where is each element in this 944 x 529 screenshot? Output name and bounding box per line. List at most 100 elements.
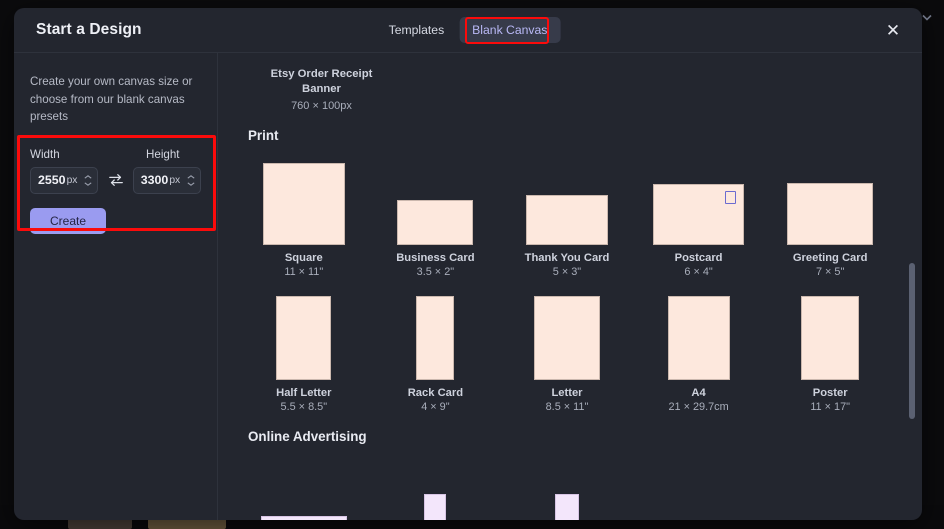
preset-name: Letter: [551, 386, 583, 399]
preset-name: Poster: [812, 386, 848, 399]
tab-templates[interactable]: Templates: [376, 17, 458, 43]
preset-dims: 8.5 × 11": [545, 400, 589, 413]
preset-thumbnail-box: [787, 149, 874, 245]
stamp-icon: [725, 190, 737, 204]
content-scrollbar[interactable]: [909, 53, 915, 520]
preset-name: Thank You Card: [524, 251, 610, 264]
preset-thumbnail: [262, 162, 345, 245]
height-value: 3300: [140, 173, 169, 188]
preset-card[interactable]: Business Card 3.5 × 2": [370, 149, 502, 278]
create-button[interactable]: Create: [30, 207, 106, 234]
preset-card[interactable]: Thank You Card 5 × 3": [501, 149, 633, 278]
section-title: Online Advertising: [248, 428, 367, 444]
preset-row: f: [234, 450, 896, 521]
preset-sections: Print Square 11 × 11" Business Card 3.5 × 2"…: [234, 127, 896, 521]
preset-thumbnail-box: [554, 450, 579, 520]
preset-thumbnail-box: [424, 450, 447, 520]
tab-blank-canvas[interactable]: Blank Canvas: [459, 17, 561, 43]
preset-thumbnail: [276, 295, 332, 380]
preset-dims: 3.5 × 2": [416, 265, 455, 278]
preset-name: Rack Card: [407, 386, 464, 399]
preset-thumbnail-box: [659, 450, 739, 521]
preset-thumbnail: [787, 182, 874, 245]
preset-thumbnail-box: [276, 284, 332, 380]
page-title: Start a Design: [36, 21, 142, 38]
preset-card[interactable]: Poster 11 × 17": [764, 284, 896, 413]
featured-preset[interactable]: Etsy Order Receipt Banner 760 × 100px: [250, 53, 393, 112]
featured-preset-dims: 760 × 100px: [291, 99, 352, 112]
content-scroll-region: Etsy Order Receipt Banner 760 × 100px Pr…: [234, 53, 922, 520]
height-unit: px: [169, 174, 181, 186]
preset-card[interactable]: Square 11 × 11": [238, 149, 370, 278]
width-input[interactable]: 2550 px: [30, 166, 99, 194]
preset-thumbnail: [397, 199, 474, 245]
preset-card[interactable]: A4 21 × 29.7cm: [633, 284, 765, 413]
width-stepper[interactable]: [81, 169, 94, 191]
sidebar-panel: Create your own canvas size or choose fr…: [14, 53, 218, 520]
preset-name: A4: [691, 386, 706, 399]
preset-thumbnail-box: [397, 149, 474, 245]
swap-dimensions-icon[interactable]: [104, 167, 127, 194]
preset-thumbnail-box: [262, 149, 345, 245]
preset-card[interactable]: Half Letter 5.5 × 8.5": [238, 284, 370, 413]
preset-thumbnail-box: [533, 284, 600, 380]
preset-thumbnail: [416, 295, 455, 380]
preset-name: Square: [284, 251, 323, 264]
preset-thumbnail: [424, 493, 447, 520]
close-icon[interactable]: ✕: [882, 19, 904, 41]
preset-card[interactable]: [633, 450, 765, 521]
preset-card[interactable]: f: [238, 450, 370, 520]
modal-header: Start a Design Templates Blank Canvas ✕: [14, 8, 922, 53]
preset-dims: 21 × 29.7cm: [668, 400, 729, 413]
width-unit: px: [66, 174, 78, 186]
preset-row: Square 11 × 11" Business Card 3.5 × 2" Thank…: [234, 149, 896, 278]
preset-thumbnail: [554, 493, 579, 520]
section-title: Print: [248, 127, 279, 143]
preset-dims: 11 × 17": [810, 400, 851, 413]
featured-preset-name-line2: Banner: [302, 83, 341, 96]
scrollbar-thumb[interactable]: [909, 263, 915, 419]
width-value: 2550: [38, 173, 66, 188]
preset-thumbnail: [653, 183, 745, 245]
chevron-down-icon[interactable]: [920, 10, 934, 24]
preset-thumbnail-box: [667, 284, 730, 380]
sidebar-description: Create your own canvas size or choose fr…: [30, 75, 193, 124]
featured-preset-name-line1: Etsy Order Receipt: [270, 68, 373, 80]
canvas-size-panel: Width Height 2550 px 3300 px Create: [17, 134, 216, 234]
height-stepper[interactable]: [184, 169, 197, 191]
preset-thumbnail-box: [416, 284, 455, 380]
height-label: Height: [146, 147, 180, 161]
preset-card[interactable]: Greeting Card 7 × 5": [764, 149, 896, 278]
preset-dims: 6 × 4": [684, 265, 713, 278]
preset-thumbnail: [667, 295, 730, 380]
preset-thumbnail-box: [787, 450, 873, 521]
templates-content-area: Etsy Order Receipt Banner 760 × 100px Pr…: [218, 53, 922, 520]
preset-card[interactable]: [501, 450, 633, 520]
preset-thumbnail: [525, 194, 608, 245]
preset-thumbnail-box: f: [260, 450, 347, 520]
preset-thumbnail-box: [801, 284, 860, 380]
height-input[interactable]: 3300 px: [132, 166, 201, 194]
preset-card[interactable]: Letter 8.5 × 11": [501, 284, 633, 413]
preset-dims: 4 × 9": [421, 400, 450, 413]
preset-name: Half Letter: [276, 386, 332, 399]
preset-thumbnail: [801, 295, 860, 380]
preset-card[interactable]: [370, 450, 502, 520]
preset-card[interactable]: Rack Card 4 × 9": [370, 284, 502, 413]
width-label: Width: [30, 147, 60, 161]
preset-thumbnail-box: [525, 149, 608, 245]
preset-name: Greeting Card: [792, 251, 868, 264]
preset-row: Half Letter 5.5 × 8.5" Rack Card 4 × 9" Lett…: [234, 284, 896, 413]
preset-dims: 7 × 5": [815, 265, 845, 278]
preset-dims: 11 × 11": [284, 265, 324, 278]
preset-card[interactable]: [764, 450, 896, 521]
preset-thumbnail: [533, 295, 600, 380]
preset-card[interactable]: Postcard 6 × 4": [633, 149, 765, 278]
preset-dims: 5.5 × 8.5": [280, 400, 328, 413]
modal-body: Create your own canvas size or choose fr…: [14, 53, 922, 520]
tab-group: Templates Blank Canvas: [376, 17, 561, 43]
preset-thumbnail: f: [260, 515, 347, 520]
preset-name: Business Card: [396, 251, 475, 264]
size-inputs-row: 2550 px 3300 px: [30, 166, 201, 194]
preset-name: Postcard: [674, 251, 723, 264]
